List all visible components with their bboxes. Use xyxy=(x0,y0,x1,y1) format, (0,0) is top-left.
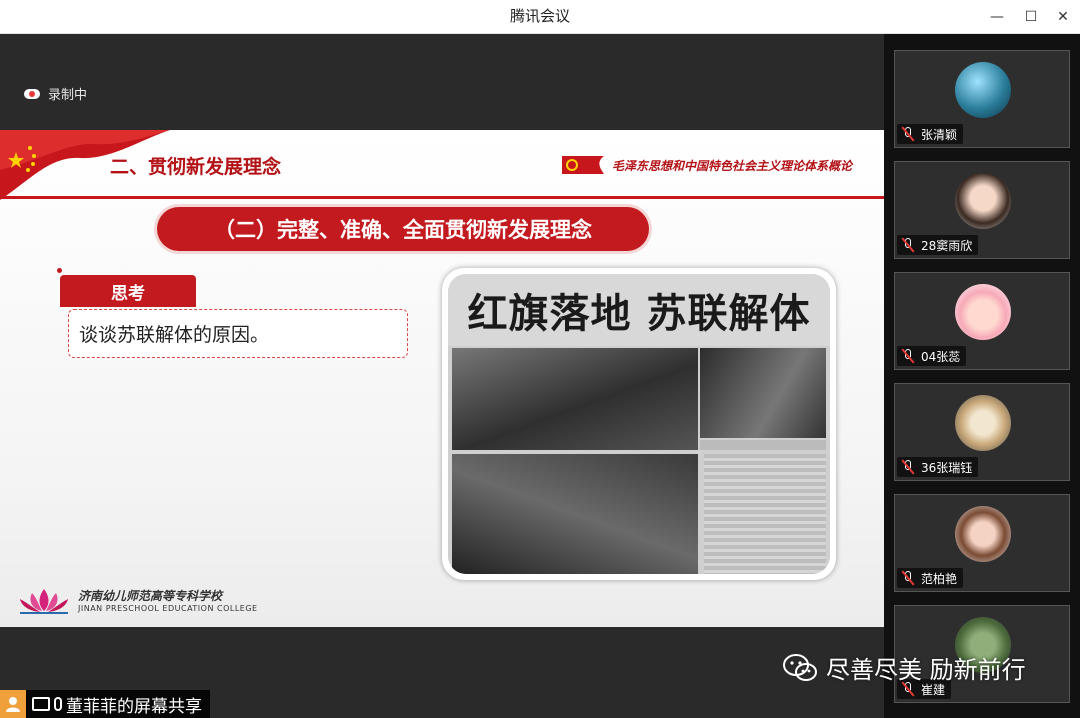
bullet-dot xyxy=(57,268,62,273)
mic-muted-icon xyxy=(901,237,915,253)
recording-indicator[interactable]: 录制中 xyxy=(24,84,87,103)
lotus-logo-icon xyxy=(20,589,68,614)
presentation-slide: 二、贯彻新发展理念 毛泽东思想和中国特色社会主义理论体系概论 （二）完整、准确、… xyxy=(0,130,884,627)
wechat-icon xyxy=(783,653,817,681)
avatar xyxy=(955,62,1011,118)
think-label: 思考 xyxy=(60,275,196,307)
cloud-record-icon xyxy=(24,88,40,99)
mic-muted-icon xyxy=(901,126,915,142)
title-bar: 腾讯会议 — ☐ ✕ xyxy=(0,0,1080,34)
close-button[interactable]: ✕ xyxy=(1046,0,1080,33)
recording-label: 录制中 xyxy=(48,88,88,103)
participant-name: 36张瑞钰 xyxy=(921,460,973,475)
avatar xyxy=(955,284,1011,340)
wechat-watermark: 尽善尽美 励新前行 xyxy=(782,650,1026,685)
screen-share-bar[interactable]: 董菲菲的屏幕共享 xyxy=(0,690,210,718)
avatar xyxy=(955,173,1011,229)
mic-muted-icon xyxy=(901,348,915,364)
participant-tile[interactable]: 张清颖 xyxy=(894,50,1070,148)
mic-muted-icon xyxy=(901,570,915,586)
maximize-button[interactable]: ☐ xyxy=(1014,0,1048,33)
course-title: 毛泽东思想和中国特色社会主义理论体系概论 xyxy=(560,154,852,176)
shared-screen-area: 录制中 二、贯彻新发展理念 毛泽东思想和中国特色社会主义理论体系概论 （二）完整… xyxy=(0,34,884,718)
watermark-text: 尽善尽美 励新前行 xyxy=(826,656,1026,684)
microphone-icon xyxy=(54,697,62,711)
newspaper-image-tank xyxy=(452,454,698,574)
participant-nametag: 28窦雨欣 xyxy=(897,235,979,255)
party-flag-icon xyxy=(562,156,604,174)
participant-nametag: 04张蕊 xyxy=(897,346,967,366)
college-name-en: JINAN PRESCHOOL EDUCATION COLLEGE xyxy=(78,604,258,613)
user-icon xyxy=(0,690,26,718)
participant-tile[interactable]: 36张瑞钰 xyxy=(894,383,1070,481)
question-text: 谈谈苏联解体的原因。 xyxy=(68,309,408,358)
participant-name: 04张蕊 xyxy=(921,349,961,364)
participant-name: 张清颖 xyxy=(921,127,958,142)
minimize-button[interactable]: — xyxy=(980,0,1014,33)
screen-share-label: 董菲菲的屏幕共享 xyxy=(66,696,202,717)
participant-tile[interactable]: 04张蕊 xyxy=(894,272,1070,370)
newspaper-article-text xyxy=(704,454,826,574)
participant-nametag: 张清颖 xyxy=(897,124,964,144)
avatar xyxy=(955,506,1011,562)
newspaper-photo: 红旗落地 苏联解体 xyxy=(442,268,836,580)
slide-header: 二、贯彻新发展理念 毛泽东思想和中国特色社会主义理论体系概论 xyxy=(0,130,884,200)
course-title-text: 毛泽东思想和中国特色社会主义理论体系概论 xyxy=(612,158,853,173)
college-logo: 济南幼儿师范高等专科学校 JINAN PRESCHOOL EDUCATION C… xyxy=(16,585,258,615)
monitor-icon xyxy=(32,697,50,711)
participant-sidebar: 张清颖 28窦雨欣 04张蕊 36张瑞钰 范柏艳 崔建 xyxy=(884,34,1080,718)
avatar xyxy=(955,395,1011,451)
newspaper-image-crowd xyxy=(452,348,698,450)
mic-muted-icon xyxy=(901,459,915,475)
participant-tile[interactable]: 范柏艳 xyxy=(894,494,1070,592)
section-title: 二、贯彻新发展理念 xyxy=(110,156,282,178)
participant-nametag: 范柏艳 xyxy=(897,568,964,588)
newspaper-image-portrait xyxy=(700,348,826,438)
newspaper-caption xyxy=(700,440,826,450)
newspaper-headline: 红旗落地 苏联解体 xyxy=(448,274,830,346)
participant-nametag: 36张瑞钰 xyxy=(897,457,979,477)
participant-name: 28窦雨欣 xyxy=(921,238,973,253)
college-name-cn: 济南幼儿师范高等专科学校 xyxy=(78,589,223,603)
participant-tile[interactable]: 28窦雨欣 xyxy=(894,161,1070,259)
window-title: 腾讯会议 xyxy=(509,7,570,25)
header-divider xyxy=(0,196,884,199)
participant-name: 范柏艳 xyxy=(921,571,958,586)
slide-subtitle: （二）完整、准确、全面贯彻新发展理念 xyxy=(157,207,649,251)
